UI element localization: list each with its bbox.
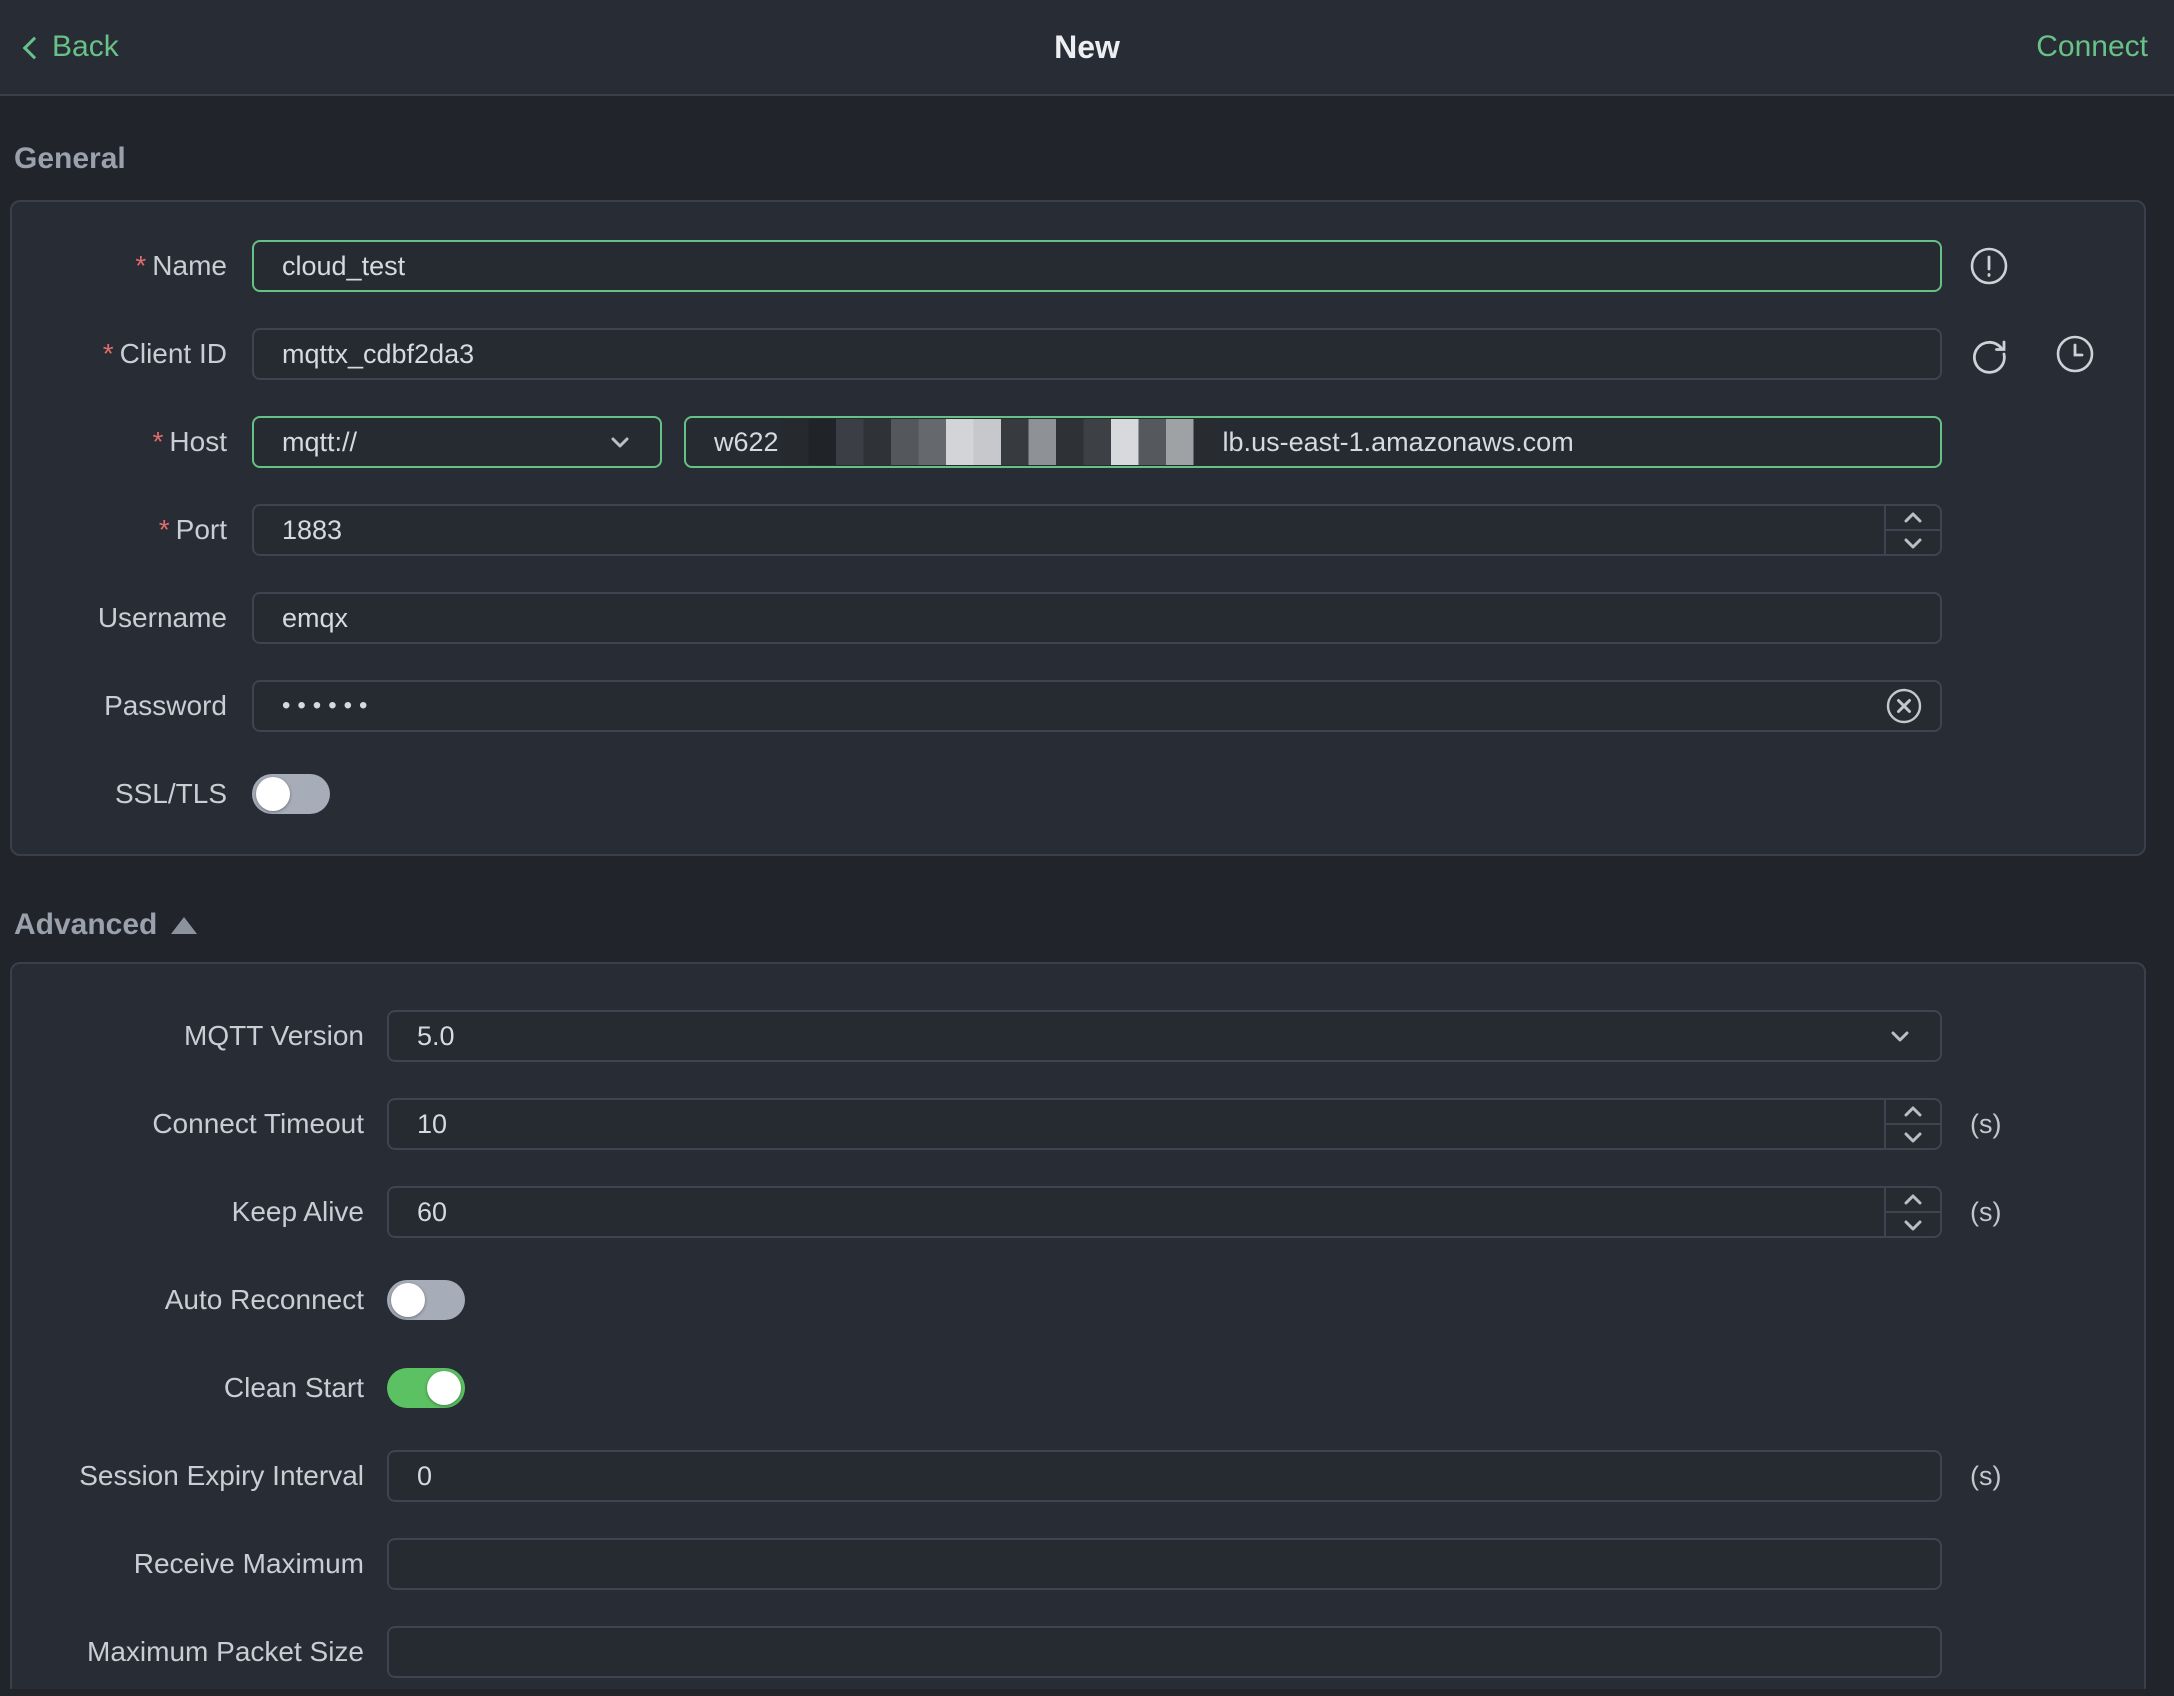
required-asterisk: * bbox=[135, 250, 147, 281]
chevron-down-icon bbox=[611, 437, 629, 448]
required-asterisk: * bbox=[152, 426, 164, 457]
spinner-up-icon[interactable] bbox=[1886, 1100, 1940, 1125]
spinner-up-icon[interactable] bbox=[1886, 1188, 1940, 1213]
connect-timeout-input[interactable] bbox=[387, 1098, 1942, 1150]
connect-timeout-row: Connect Timeout (s) bbox=[12, 1098, 2144, 1150]
name-label: * Name bbox=[135, 250, 227, 281]
mqtt-version-label: MQTT Version bbox=[184, 1020, 364, 1051]
back-label: Back bbox=[52, 30, 119, 63]
required-asterisk: * bbox=[158, 514, 170, 545]
general-section-heading: General bbox=[14, 142, 2174, 176]
username-input[interactable] bbox=[252, 592, 1942, 644]
toggle-knob bbox=[427, 1371, 461, 1405]
host-protocol-select[interactable]: mqtt:// bbox=[252, 416, 662, 468]
toggle-knob bbox=[256, 777, 290, 811]
maximum-packet-size-input[interactable] bbox=[387, 1626, 1942, 1678]
connect-button[interactable]: Connect bbox=[2036, 30, 2148, 64]
general-heading-label: General bbox=[14, 142, 126, 175]
password-row: Password bbox=[12, 680, 2144, 732]
mqtt-version-value: 5.0 bbox=[417, 1020, 455, 1051]
host-input[interactable]: w622 lb.us-east-1.amazonaws.com bbox=[684, 416, 1942, 468]
top-bar: Back New Connect bbox=[0, 0, 2174, 96]
name-input[interactable] bbox=[252, 240, 1942, 292]
ssl-toggle[interactable] bbox=[252, 774, 330, 814]
back-chevron-icon bbox=[22, 36, 46, 60]
advanced-section-heading[interactable]: Advanced bbox=[14, 908, 2174, 942]
ssl-row: SSL/TLS bbox=[12, 768, 2144, 820]
keep-alive-row: Keep Alive (s) bbox=[12, 1186, 2144, 1238]
required-asterisk: * bbox=[102, 338, 114, 369]
client-id-label: * Client ID bbox=[102, 338, 227, 369]
client-id-input[interactable] bbox=[252, 328, 1942, 380]
refresh-icon[interactable] bbox=[1968, 333, 2010, 375]
chevron-down-icon bbox=[1891, 1031, 1909, 1042]
auto-reconnect-toggle[interactable] bbox=[387, 1280, 465, 1320]
session-expiry-unit: (s) bbox=[1970, 1460, 2002, 1491]
advanced-heading-label: Advanced bbox=[14, 908, 158, 941]
connect-timeout-unit: (s) bbox=[1970, 1108, 2002, 1139]
collapse-triangle-icon bbox=[171, 916, 198, 934]
port-row: * Port bbox=[12, 504, 2144, 556]
keep-alive-input[interactable] bbox=[387, 1186, 1942, 1238]
toggle-knob bbox=[391, 1283, 425, 1317]
auto-reconnect-row: Auto Reconnect bbox=[12, 1274, 2144, 1326]
mqtt-version-row: MQTT Version 5.0 bbox=[12, 1010, 2144, 1062]
port-input[interactable] bbox=[252, 504, 1942, 556]
host-label: * Host bbox=[152, 426, 227, 457]
port-label: * Port bbox=[158, 514, 227, 545]
connect-timeout-spinner bbox=[1884, 1100, 1940, 1148]
receive-maximum-input[interactable] bbox=[387, 1538, 1942, 1590]
spinner-down-icon[interactable] bbox=[1886, 1213, 1940, 1236]
clean-start-toggle[interactable] bbox=[387, 1368, 465, 1408]
password-label: Password bbox=[104, 690, 227, 721]
clean-start-label: Clean Start bbox=[223, 1372, 364, 1403]
receive-maximum-label: Receive Maximum bbox=[133, 1548, 364, 1579]
maximum-packet-size-label: Maximum Packet Size bbox=[87, 1636, 364, 1667]
port-spinner bbox=[1884, 506, 1940, 554]
keep-alive-label: Keep Alive bbox=[231, 1196, 364, 1227]
spinner-down-icon[interactable] bbox=[1886, 1125, 1940, 1148]
page-title: New bbox=[1054, 28, 1120, 65]
password-input[interactable] bbox=[252, 680, 1942, 732]
maximum-packet-size-row: Maximum Packet Size bbox=[12, 1626, 2144, 1678]
spinner-down-icon[interactable] bbox=[1886, 531, 1940, 554]
spinner-up-icon[interactable] bbox=[1886, 506, 1940, 531]
host-row: * Host mqtt:// w622 lb.us-east-1.amazonaw… bbox=[12, 416, 2144, 468]
username-row: Username bbox=[12, 592, 2144, 644]
session-expiry-row: Session Expiry Interval (s) bbox=[12, 1450, 2144, 1502]
session-expiry-label: Session Expiry Interval bbox=[79, 1460, 364, 1491]
history-clock-icon[interactable] bbox=[2054, 333, 2096, 375]
keep-alive-spinner bbox=[1884, 1188, 1940, 1236]
receive-maximum-row: Receive Maximum bbox=[12, 1538, 2144, 1590]
advanced-card: MQTT Version 5.0 Connect Timeout (s) Kee… bbox=[10, 962, 2146, 1689]
connect-timeout-label: Connect Timeout bbox=[152, 1108, 364, 1139]
host-visible-prefix: w622 bbox=[714, 426, 779, 457]
clean-start-row: Clean Start bbox=[12, 1362, 2144, 1414]
clear-circle-icon[interactable] bbox=[1884, 686, 1924, 726]
host-protocol-value: mqtt:// bbox=[282, 426, 358, 457]
client-id-row: * Client ID bbox=[12, 328, 2144, 380]
ssl-label: SSL/TLS bbox=[114, 778, 227, 809]
back-button[interactable]: Back bbox=[22, 30, 119, 64]
mqtt-version-select[interactable]: 5.0 bbox=[387, 1010, 1942, 1062]
general-card: *Name *Client ID *Host bbox=[10, 200, 2146, 856]
session-expiry-input[interactable] bbox=[387, 1450, 1942, 1502]
host-redacted-segment bbox=[780, 419, 1221, 465]
warning-circle-icon[interactable] bbox=[1968, 245, 2010, 287]
name-row: * Name bbox=[12, 240, 2144, 292]
username-label: Username bbox=[97, 602, 227, 633]
auto-reconnect-label: Auto Reconnect bbox=[164, 1284, 364, 1315]
host-visible-suffix: lb.us-east-1.amazonaws.com bbox=[1222, 426, 1574, 457]
keep-alive-unit: (s) bbox=[1970, 1196, 2002, 1227]
